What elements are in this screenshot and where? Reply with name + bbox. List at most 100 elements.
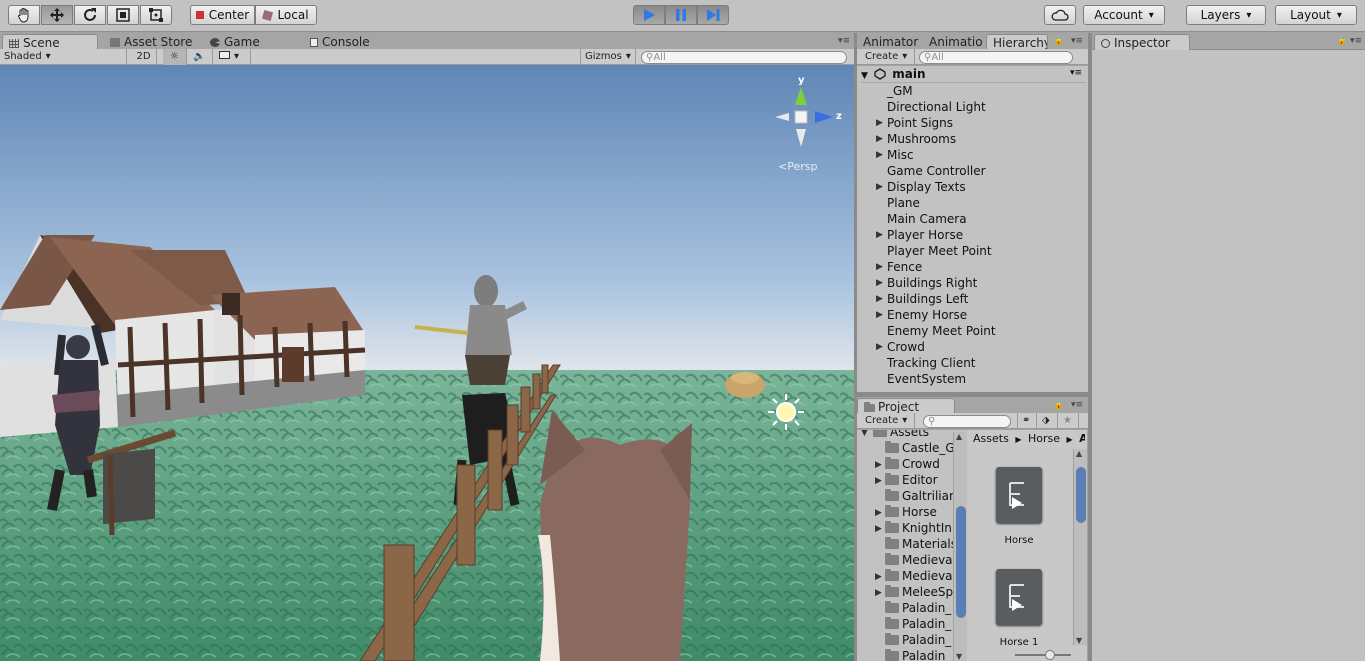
folder-tree-item[interactable]: ▶ MeleeSp: [875, 585, 953, 601]
folder-tree-item[interactable]: ▶ Editor: [875, 473, 938, 489]
expand-arrow-icon[interactable]: ▶: [876, 278, 883, 288]
expand-arrow-icon[interactable]: ▶: [876, 118, 883, 128]
tab-console[interactable]: Console: [304, 34, 404, 50]
expand-arrow-icon[interactable]: ▶: [876, 310, 883, 320]
pause-button[interactable]: [665, 5, 697, 25]
folder-tree-item[interactable]: ▶ KnightIn: [875, 521, 952, 537]
cloud-button[interactable]: [1044, 5, 1076, 25]
scroll-up-icon[interactable]: ▲: [956, 432, 962, 441]
project-lock-icon[interactable]: 🔒: [1053, 400, 1064, 410]
project-search-input[interactable]: ⚲: [923, 415, 1011, 428]
scene-panel-menu-icon[interactable]: ▾≡: [838, 36, 850, 46]
expand-arrow-icon[interactable]: ▶: [876, 230, 883, 240]
folder-tree-item[interactable]: ▶ Horse: [875, 505, 937, 521]
collapse-arrow-icon[interactable]: ▼: [861, 430, 868, 438]
icon-size-slider[interactable]: [1015, 650, 1071, 660]
hierarchy-create-dropdown[interactable]: Create: [861, 49, 915, 65]
project-menu-icon[interactable]: ▾≡: [1071, 400, 1083, 410]
asset-grid-scroll-thumb[interactable]: [1076, 467, 1086, 523]
rect-tool-button[interactable]: [140, 5, 172, 25]
scale-tool-button[interactable]: [107, 5, 139, 25]
tab-inspector[interactable]: Inspector: [1094, 34, 1190, 50]
folder-tree-item[interactable]: ▶ Crowd: [875, 457, 940, 473]
folder-tree-item[interactable]: Paladin_: [885, 633, 951, 649]
lighting-toggle[interactable]: ☼: [163, 49, 187, 65]
gizmos-dropdown[interactable]: Gizmos: [580, 49, 636, 65]
expand-arrow-icon[interactable]: ▶: [875, 524, 882, 534]
scroll-down-icon[interactable]: ▼: [1076, 636, 1082, 645]
scene-viewport[interactable]: y z <Persp: [0, 65, 854, 661]
animator-asset-horse-1[interactable]: [996, 569, 1042, 625]
hand-tool-button[interactable]: [8, 5, 40, 25]
folder-tree-item[interactable]: Paladin: [885, 649, 945, 661]
filter-type-button[interactable]: ⚭: [1017, 413, 1037, 429]
play-button[interactable]: [633, 5, 665, 25]
scroll-down-icon[interactable]: ▼: [956, 652, 962, 661]
layers-dropdown[interactable]: Layers: [1186, 5, 1266, 25]
shading-mode-dropdown[interactable]: Shaded: [0, 49, 127, 65]
folder-tree-item[interactable]: ▼ Assets: [861, 430, 929, 441]
layout-dropdown[interactable]: Layout: [1275, 5, 1357, 25]
projection-label[interactable]: <Persp: [778, 160, 817, 173]
icon-size-slider-handle[interactable]: [1045, 650, 1055, 660]
expand-arrow-icon[interactable]: ▶: [876, 134, 883, 144]
expand-arrow-icon[interactable]: ▶: [875, 572, 882, 582]
scene-menu-icon[interactable]: ▾≡: [1070, 68, 1082, 78]
expand-arrow-icon[interactable]: ▶: [876, 182, 883, 192]
folder-tree-scrollbar[interactable]: ▲ ▼: [953, 432, 967, 661]
filter-label-button[interactable]: ⬗: [1038, 413, 1058, 429]
tab-scene[interactable]: Scene: [2, 34, 98, 50]
account-dropdown[interactable]: Account: [1083, 5, 1165, 25]
tab-scene-label: Scene: [23, 36, 60, 50]
pivot-local-toggle[interactable]: Local: [255, 5, 317, 25]
panel-divider[interactable]: [1088, 33, 1092, 661]
panel-divider[interactable]: [854, 33, 857, 661]
scene-search-input[interactable]: ⚲All: [641, 51, 847, 64]
expand-arrow-icon[interactable]: ▶: [876, 294, 883, 304]
folder-tree-item[interactable]: Castle_G: [885, 441, 955, 457]
folder-tree-item[interactable]: Paladin_: [885, 617, 951, 633]
breadcrumb-assets[interactable]: Assets: [973, 432, 1009, 445]
folder-tree-item[interactable]: ▶ Medieval: [875, 569, 956, 585]
hierarchy-menu-icon[interactable]: ▾≡: [1071, 36, 1083, 46]
step-button[interactable]: [697, 5, 729, 25]
lock-icon[interactable]: 🔒: [1053, 36, 1064, 46]
folder-tree-item[interactable]: Materials: [885, 537, 957, 553]
inspector-menu-icon[interactable]: ▾≡: [1350, 36, 1362, 46]
expand-arrow-icon[interactable]: ▶: [875, 460, 882, 470]
expand-arrow-icon[interactable]: ▶: [876, 150, 883, 160]
asset-grid-scrollbar[interactable]: ▲ ▼: [1073, 449, 1087, 645]
expand-arrow-icon[interactable]: ▶: [875, 508, 882, 518]
expand-arrow-icon[interactable]: ▶: [876, 262, 883, 272]
folder-icon: [885, 601, 899, 613]
tab-animation[interactable]: Animatio: [923, 34, 985, 50]
scroll-up-icon[interactable]: ▲: [1076, 449, 1082, 458]
folder-tree-item[interactable]: Paladin_: [885, 601, 951, 617]
folder-tree-item[interactable]: Medieval: [885, 553, 956, 569]
tab-hierarchy[interactable]: Hierarchy: [986, 34, 1048, 50]
breadcrumb-current[interactable]: A: [1079, 432, 1085, 445]
hierarchy-search-input[interactable]: ⚲All: [919, 51, 1073, 64]
favorites-button[interactable]: ★: [1059, 413, 1079, 429]
project-create-dropdown[interactable]: Create: [861, 413, 915, 429]
folder-tree-scroll-thumb[interactable]: [956, 506, 966, 618]
pivot-center-toggle[interactable]: Center: [190, 5, 255, 25]
scene-root-row[interactable]: ▼ main ▾≡: [861, 67, 1086, 83]
expand-arrow-icon[interactable]: ▶: [876, 342, 883, 352]
panel-divider[interactable]: [857, 392, 1088, 397]
breadcrumb-horse[interactable]: Horse: [1028, 432, 1060, 445]
expand-arrow-icon[interactable]: ▶: [875, 588, 882, 598]
effects-dropdown[interactable]: [215, 49, 251, 65]
tab-project[interactable]: Project: [857, 398, 955, 414]
inspector-lock-icon[interactable]: 🔒: [1336, 36, 1347, 46]
tab-game[interactable]: Game: [204, 34, 298, 50]
folder-tree-item[interactable]: Galtriliar: [885, 489, 954, 505]
animator-asset-horse[interactable]: [996, 467, 1042, 523]
expand-arrow-icon[interactable]: ▶: [875, 476, 882, 486]
tab-asset-store[interactable]: Asset Store: [104, 34, 202, 50]
toggle-2d-button[interactable]: 2D: [131, 49, 157, 65]
tab-animator[interactable]: Animator: [857, 34, 923, 50]
rotate-tool-button[interactable]: [74, 5, 106, 25]
audio-toggle[interactable]: 🔈: [187, 49, 213, 65]
move-tool-button[interactable]: [41, 5, 73, 25]
